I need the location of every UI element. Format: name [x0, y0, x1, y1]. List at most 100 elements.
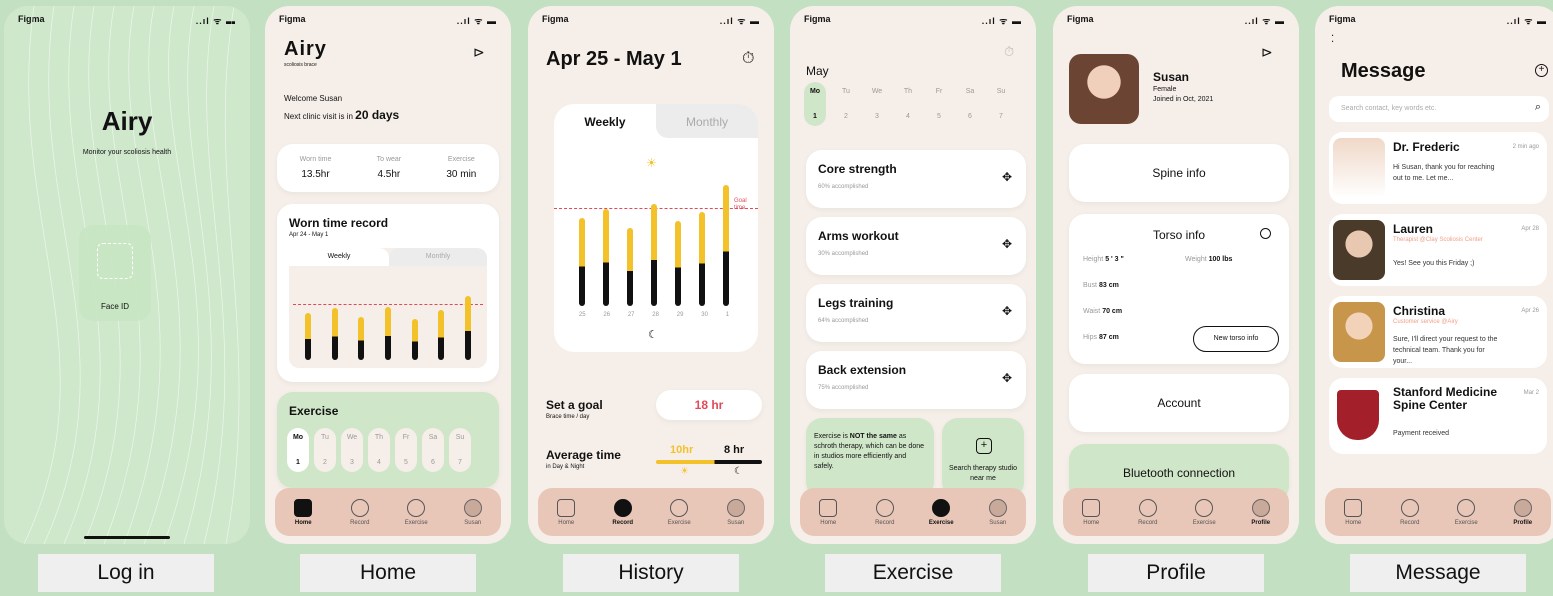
info-icon[interactable] — [1260, 228, 1271, 239]
tab-exercise[interactable]: Exercise — [916, 498, 966, 526]
hips-value: 87 cm — [1098, 334, 1119, 341]
day-chip[interactable]: Tu 2 — [314, 428, 336, 472]
day-chip[interactable]: Tu 2 — [835, 82, 857, 126]
day-chip[interactable]: Mo 1 — [287, 428, 309, 472]
day-chip[interactable]: Su 7 — [990, 82, 1012, 126]
tab-record[interactable]: Record — [860, 498, 910, 526]
worn-time-card[interactable]: Worn time record Apr 24 - May 1 Weekly M… — [277, 204, 499, 382]
tab-exercise[interactable]: Exercise — [1441, 498, 1491, 526]
screen-home: Figma ..ıl ᯤ ▬ Airy scoliosis brace ⊳ Wel… — [265, 6, 511, 544]
tab-label: Record — [1138, 519, 1158, 526]
tab-profile[interactable]: Profile — [1498, 498, 1548, 526]
search-input[interactable]: Search contact, key words etc. ⌕ — [1329, 96, 1549, 122]
caption-exercise: Exercise — [825, 554, 1001, 592]
avatar[interactable] — [1069, 54, 1139, 124]
screen-message: Figma ..ıl ᯤ ▬ ⁚ Message + Search contact… — [1315, 6, 1553, 544]
tab-user[interactable]: Susan — [448, 498, 498, 526]
avatar-icon — [1513, 498, 1532, 517]
move-icon[interactable]: ✥ — [1002, 371, 1012, 385]
day-chip[interactable]: We 3 — [341, 428, 363, 472]
send-icon[interactable]: ⊳ — [473, 44, 485, 61]
day-chip[interactable]: Mo 1 — [804, 82, 826, 126]
carrier-label: Figma — [542, 14, 569, 24]
move-icon[interactable]: ✥ — [1002, 170, 1012, 184]
x-tick-label: 25 — [578, 312, 586, 318]
exercise-name: Arms workout — [818, 229, 899, 243]
goal-input[interactable]: 18 hr — [656, 390, 762, 420]
menu-dots-icon[interactable]: ⁚ — [1331, 34, 1334, 45]
add-contact-icon[interactable]: + — [1535, 64, 1548, 77]
faceid-button[interactable]: Face ID — [79, 225, 151, 321]
exercise-name: Legs training — [818, 296, 894, 310]
tab-user[interactable]: Susan — [711, 498, 761, 526]
tab-weekly[interactable]: Weekly — [289, 248, 389, 266]
avatar-icon — [726, 498, 745, 517]
tab-home[interactable]: Home — [1066, 498, 1116, 526]
exercise-item[interactable]: Back extension 75% accomplished ✥ — [806, 351, 1026, 409]
message-item[interactable]: Christina Apr 26 Customer service @Airy … — [1329, 296, 1547, 368]
tab-home[interactable]: Home — [1328, 498, 1378, 526]
message-item[interactable]: Stanford Medicine Spine Center Mar 2 Pay… — [1329, 378, 1547, 454]
tab-record[interactable]: Record — [598, 498, 648, 526]
tab-record[interactable]: Record — [335, 498, 385, 526]
day-number: 7 — [999, 113, 1003, 120]
tab-home[interactable]: Home — [278, 498, 328, 526]
day-number: 6 — [431, 459, 435, 466]
tab-record[interactable]: Record — [1385, 498, 1435, 526]
carrier-label: Figma — [1329, 14, 1356, 24]
message-item[interactable]: Dr. Frederic 2 min ago Hi Susan, thank y… — [1329, 132, 1547, 204]
exercise-item[interactable]: Arms workout 30% accomplished ✥ — [806, 217, 1026, 275]
stat-value: 4.5hr — [377, 169, 401, 180]
exercise-item[interactable]: Core strength 60% accomplished ✥ — [806, 150, 1026, 208]
height-value: 5 ' 3 " — [1105, 256, 1124, 263]
day-name: Su — [996, 88, 1006, 95]
tab-bar: Home Record Exercise Susan — [275, 488, 501, 536]
caption-message: Message — [1350, 554, 1526, 592]
day-chip[interactable]: Fr 5 — [395, 428, 417, 472]
exercise-item[interactable]: Legs training 64% accomplished ✥ — [806, 284, 1026, 342]
day-chip[interactable]: Th 4 — [897, 82, 919, 126]
tab-record[interactable]: Record — [1123, 498, 1173, 526]
move-icon[interactable]: ✥ — [1002, 237, 1012, 251]
home-icon — [294, 498, 313, 517]
tab-home[interactable]: Home — [803, 498, 853, 526]
send-icon[interactable]: ⊳ — [1261, 44, 1273, 61]
timer-off-icon[interactable]: ⏱ — [1004, 44, 1014, 60]
tab-monthly[interactable]: Monthly — [656, 104, 758, 138]
signal-icons: ..ıl ᯤ ▬ — [719, 16, 760, 26]
tab-exercise[interactable]: Exercise — [654, 498, 704, 526]
search-studio-button[interactable]: + Search therapy studio near me — [942, 418, 1024, 498]
tab-exercise[interactable]: Exercise — [391, 498, 441, 526]
avatar — [1333, 138, 1385, 198]
stat-value: 13.5hr — [301, 169, 330, 180]
move-icon[interactable]: ✥ — [1002, 304, 1012, 318]
stat-label: Exercise — [447, 156, 475, 163]
account-button[interactable]: Account — [1069, 374, 1289, 432]
carrier-label: Figma — [279, 14, 306, 24]
profile-joined: Joined in Oct, 2021 — [1153, 96, 1214, 103]
exercise-card[interactable]: Exercise Mo 1 Tu 2 We 3 Th 4 Fr 5 Sa 6 Su 7 — [277, 392, 499, 488]
tab-bar: Home Record Exercise Susan — [800, 488, 1026, 536]
set-goal-sub: Brace time / day — [546, 414, 590, 420]
day-chip[interactable]: Su 7 — [449, 428, 471, 472]
spine-info-button[interactable]: Spine info — [1069, 144, 1289, 202]
tab-home[interactable]: Home — [541, 498, 591, 526]
timer-icon[interactable]: ⏱ — [742, 50, 754, 68]
new-torso-button[interactable]: New torso info — [1193, 326, 1279, 352]
day-chip[interactable]: Sa 6 — [959, 82, 981, 126]
bar — [699, 212, 705, 306]
tab-user[interactable]: Susan — [973, 498, 1023, 526]
day-chip[interactable]: Fr 5 — [928, 82, 950, 126]
day-chip[interactable]: Th 4 — [368, 428, 390, 472]
day-chip[interactable]: Sa 6 — [422, 428, 444, 472]
message-item[interactable]: Lauren Apr 28 Therapist @Clay Scoliosis … — [1329, 214, 1547, 286]
bar — [438, 310, 445, 360]
tab-exercise[interactable]: Exercise — [1179, 498, 1229, 526]
tab-profile[interactable]: Profile — [1236, 498, 1286, 526]
home-icon — [1082, 498, 1101, 517]
day-number: 6 — [968, 113, 972, 120]
day-chip[interactable]: We 3 — [866, 82, 888, 126]
page-title: Message — [1341, 60, 1426, 82]
tab-weekly[interactable]: Weekly — [554, 104, 656, 138]
tab-monthly[interactable]: Monthly — [389, 248, 487, 266]
